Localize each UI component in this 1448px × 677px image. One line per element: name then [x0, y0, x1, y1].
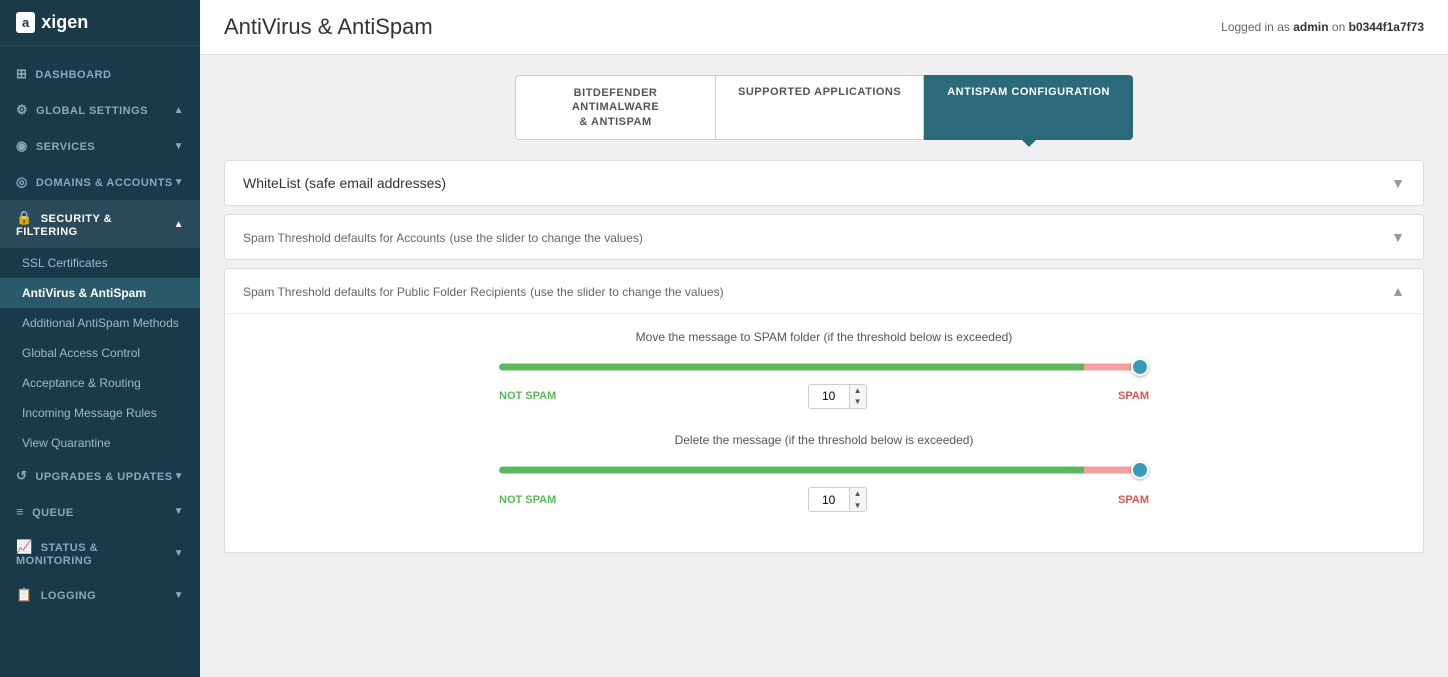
sidebar-item-dashboard[interactable]: ⊞Dashboard — [0, 56, 200, 92]
spam-threshold-public-body: Move the message to SPAM folder (if the … — [225, 313, 1423, 552]
sidebar-item-services[interactable]: ◉Services ▼ — [0, 128, 200, 164]
chevron-down-icon-2: ▼ — [174, 177, 184, 188]
sidebar-item-queue[interactable]: ≡Queue ▼ — [0, 494, 200, 529]
tab-supported-apps[interactable]: Supported Applications — [715, 75, 924, 140]
topbar: AntiVirus & AntiSpam Logged in as admin … — [200, 0, 1448, 55]
spam-threshold-public-header[interactable]: Spam Threshold defaults for Public Folde… — [225, 269, 1423, 313]
chevron-right-icon: ▲ — [174, 105, 184, 116]
user-info: Logged in as admin on b0344f1a7f73 — [1221, 20, 1424, 34]
spam-threshold-accounts-header[interactable]: Spam Threshold defaults for Accounts (us… — [225, 215, 1423, 259]
domains-icon: ◎ — [16, 174, 28, 189]
sidebar-item-status[interactable]: 📈Status & Monitoring ▼ — [0, 529, 200, 577]
sidebar-sub-ssl[interactable]: SSL Certificates — [0, 248, 200, 278]
delete-message-group: Delete the message (if the threshold bel… — [243, 433, 1405, 512]
sidebar-sub-acceptance-routing[interactable]: Acceptance & Routing — [0, 368, 200, 398]
whitelist-header[interactable]: WhiteList (safe email addresses) ▼ — [225, 161, 1423, 205]
slider1-down-arrow[interactable]: ▼ — [850, 396, 866, 408]
services-icon: ◉ — [16, 138, 28, 153]
logo-box: a — [16, 12, 35, 33]
chevron-down-icon: ▼ — [174, 141, 184, 152]
tab-antispam-config[interactable]: AntiSpam Configuration — [924, 75, 1133, 140]
sidebar-item-global-settings[interactable]: ⚙Global Settings ▲ — [0, 92, 200, 128]
spam-threshold-accounts-section: Spam Threshold defaults for Accounts (us… — [224, 214, 1424, 260]
whitelist-title: WhiteList (safe email addresses) — [243, 175, 446, 191]
status-icon: 📈 — [16, 539, 33, 554]
slider2-arrows[interactable]: ▲ ▼ — [849, 488, 866, 511]
tab-bar: Bitdefender Antimalware & AntiSpam Suppo… — [200, 55, 1448, 140]
spam-threshold-accounts-toggle-icon: ▼ — [1391, 229, 1405, 245]
sidebar-item-logging[interactable]: 📋Logging ▼ — [0, 577, 200, 613]
slider1-up-arrow[interactable]: ▲ — [850, 385, 866, 397]
whitelist-toggle-icon: ▼ — [1391, 175, 1405, 191]
slider1-not-spam-label: NOT SPAM — [499, 390, 556, 402]
slider1-arrows[interactable]: ▲ ▼ — [849, 385, 866, 408]
sidebar-sub-incoming-rules[interactable]: Incoming Message Rules — [0, 398, 200, 428]
page-title: AntiVirus & AntiSpam — [224, 14, 433, 40]
slider2-down-arrow[interactable]: ▼ — [850, 500, 866, 512]
sidebar-item-upgrades[interactable]: ↺Upgrades & Updates ▼ — [0, 458, 200, 494]
chevron-up-icon: ▲ — [174, 219, 184, 230]
upgrades-icon: ↺ — [16, 468, 27, 483]
slider1-value-num: 10 — [809, 385, 849, 407]
spam-threshold-public-title: Spam Threshold defaults for Public Folde… — [243, 283, 724, 299]
slider2-up-arrow[interactable]: ▲ — [850, 488, 866, 500]
delete-message-label: Delete the message (if the threshold bel… — [243, 433, 1405, 447]
chevron-down-icon-4: ▼ — [174, 506, 184, 517]
sidebar-sub-global-access[interactable]: Global Access Control — [0, 338, 200, 368]
main-content: AntiVirus & AntiSpam Logged in as admin … — [200, 0, 1448, 677]
tab-bitdefender[interactable]: Bitdefender Antimalware & AntiSpam — [515, 75, 715, 140]
slider2-value-num: 10 — [809, 489, 849, 511]
sidebar-sub-additional-antispam[interactable]: Additional AntiSpam Methods — [0, 308, 200, 338]
slider1-value-input[interactable]: 10 ▲ ▼ — [808, 384, 867, 409]
slider2-value-input[interactable]: 10 ▲ ▼ — [808, 487, 867, 512]
sidebar-sub-antivirus[interactable]: AntiVirus & AntiSpam — [0, 278, 200, 308]
slider2-not-spam-label: NOT SPAM — [499, 494, 556, 506]
sidebar-item-domains-accounts[interactable]: ◎Domains & Accounts ▼ — [0, 164, 200, 200]
settings-icon: ⚙ — [16, 102, 28, 117]
logo-text: xigen — [41, 12, 88, 33]
sidebar-nav: ⊞Dashboard ⚙Global Settings ▲ ◉Services … — [0, 46, 200, 623]
move-to-spam-label: Move the message to SPAM folder (if the … — [243, 330, 1405, 344]
chevron-down-icon-6: ▼ — [174, 590, 184, 601]
queue-icon: ≡ — [16, 504, 24, 519]
slider1-spam-label: SPAM — [1118, 390, 1149, 402]
security-icon: 🔒 — [16, 210, 33, 225]
content-area: WhiteList (safe email addresses) ▼ Spam … — [200, 140, 1448, 573]
sidebar-item-security[interactable]: 🔒Security & Filtering ▲ — [0, 200, 200, 248]
sidebar-sub-view-quarantine[interactable]: View Quarantine — [0, 428, 200, 458]
spam-threshold-public-section: Spam Threshold defaults for Public Folde… — [224, 268, 1424, 553]
chevron-down-icon-5: ▼ — [174, 548, 184, 559]
spam-threshold-accounts-title: Spam Threshold defaults for Accounts (us… — [243, 229, 643, 245]
move-to-spam-group: Move the message to SPAM folder (if the … — [243, 330, 1405, 409]
logo: a xigen — [0, 0, 200, 46]
spam-threshold-public-toggle-icon: ▲ — [1391, 283, 1405, 299]
slider2-spam-label: SPAM — [1118, 494, 1149, 506]
logging-icon: 📋 — [16, 587, 33, 602]
sidebar: a xigen ⊞Dashboard ⚙Global Settings ▲ ◉S… — [0, 0, 200, 677]
chevron-down-icon-3: ▼ — [174, 471, 184, 482]
whitelist-section: WhiteList (safe email addresses) ▼ — [224, 160, 1424, 206]
dashboard-icon: ⊞ — [16, 66, 27, 81]
